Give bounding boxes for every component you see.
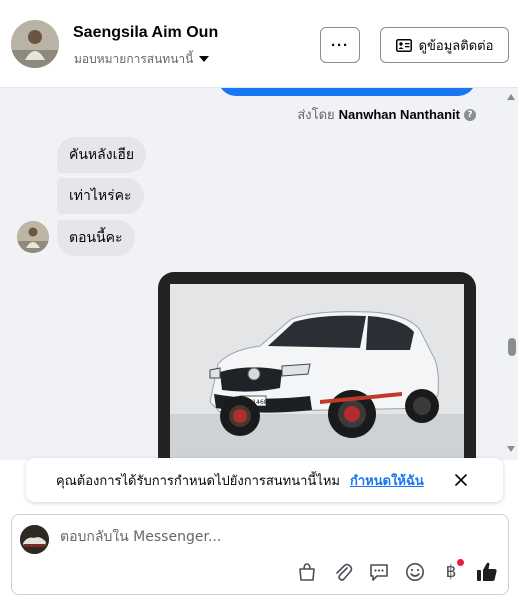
scroll-thumb[interactable] [508,338,516,356]
scroll-up-arrow[interactable] [507,94,515,100]
composer-toolbar: ฿ [296,559,498,583]
car-photo-attachment[interactable]: 2ขข 1468 [158,272,476,460]
baht-icon[interactable]: ฿ [440,559,464,583]
caret-down-icon [199,56,210,62]
assign-conversation-label: มอบหมายการสนทนานี้ [74,52,194,66]
more-dots-icon: ··· [331,36,349,54]
message-thread[interactable]: ส่งโดย Nanwhan Nanthanit ? คันหลังเฮีย เ… [0,88,518,460]
assign-notice-text: คุณต้องการได้รับการกำหนดไปยังการสนทนานี้… [56,473,340,489]
conversation-header: Saengsila Aim Oun มอบหมายการสนทนานี้ ···… [0,0,518,88]
more-options-button[interactable]: ··· [320,27,360,63]
sent-message-bubble[interactable] [218,88,476,96]
message-bubble[interactable]: ตอนนี้คะ [57,220,135,256]
assign-notice: คุณต้องการได้รับการกำหนดไปยังการสนทนานี้… [26,458,503,502]
view-contact-label: ดูข้อมูลติดต่อ [418,38,494,54]
sent-by-line: ส่งโดย Nanwhan Nanthanit ? [297,104,476,125]
close-icon[interactable] [453,472,469,488]
help-circle-icon[interactable]: ? [464,108,476,121]
assign-to-me-link[interactable]: กำหนดให้ฉัน [350,470,424,491]
contact-card-icon [395,38,412,52]
thread-scrollbar[interactable] [504,88,518,460]
chat-bubble-icon[interactable] [368,561,390,583]
emoji-icon[interactable] [404,561,426,583]
sender-avatar[interactable] [17,221,49,253]
paperclip-icon[interactable] [332,561,354,583]
baht-symbol: ฿ [445,562,457,582]
reply-composer: ฿ [11,514,509,595]
shopping-bag-icon[interactable] [296,561,318,583]
notification-dot [457,559,464,566]
scroll-down-arrow[interactable] [507,446,515,452]
contact-avatar[interactable] [11,20,59,68]
car-photo[interactable]: 2ขข 1468 [170,284,464,460]
message-bubble[interactable]: คันหลังเฮีย [57,137,147,173]
page-avatar [20,525,49,554]
thumbs-up-icon[interactable] [476,561,498,583]
contact-name[interactable]: Saengsila Aim Oun [73,24,218,42]
sent-by-prefix: ส่งโดย [297,108,335,123]
reply-input[interactable] [60,529,360,545]
view-contact-button[interactable]: ดูข้อมูลติดต่อ [380,27,509,63]
message-bubble[interactable]: เท่าไหร่คะ [57,178,144,214]
sender-name: Nanwhan Nanthanit [338,107,460,122]
assign-conversation-dropdown[interactable]: มอบหมายการสนทนานี้ [74,50,210,69]
